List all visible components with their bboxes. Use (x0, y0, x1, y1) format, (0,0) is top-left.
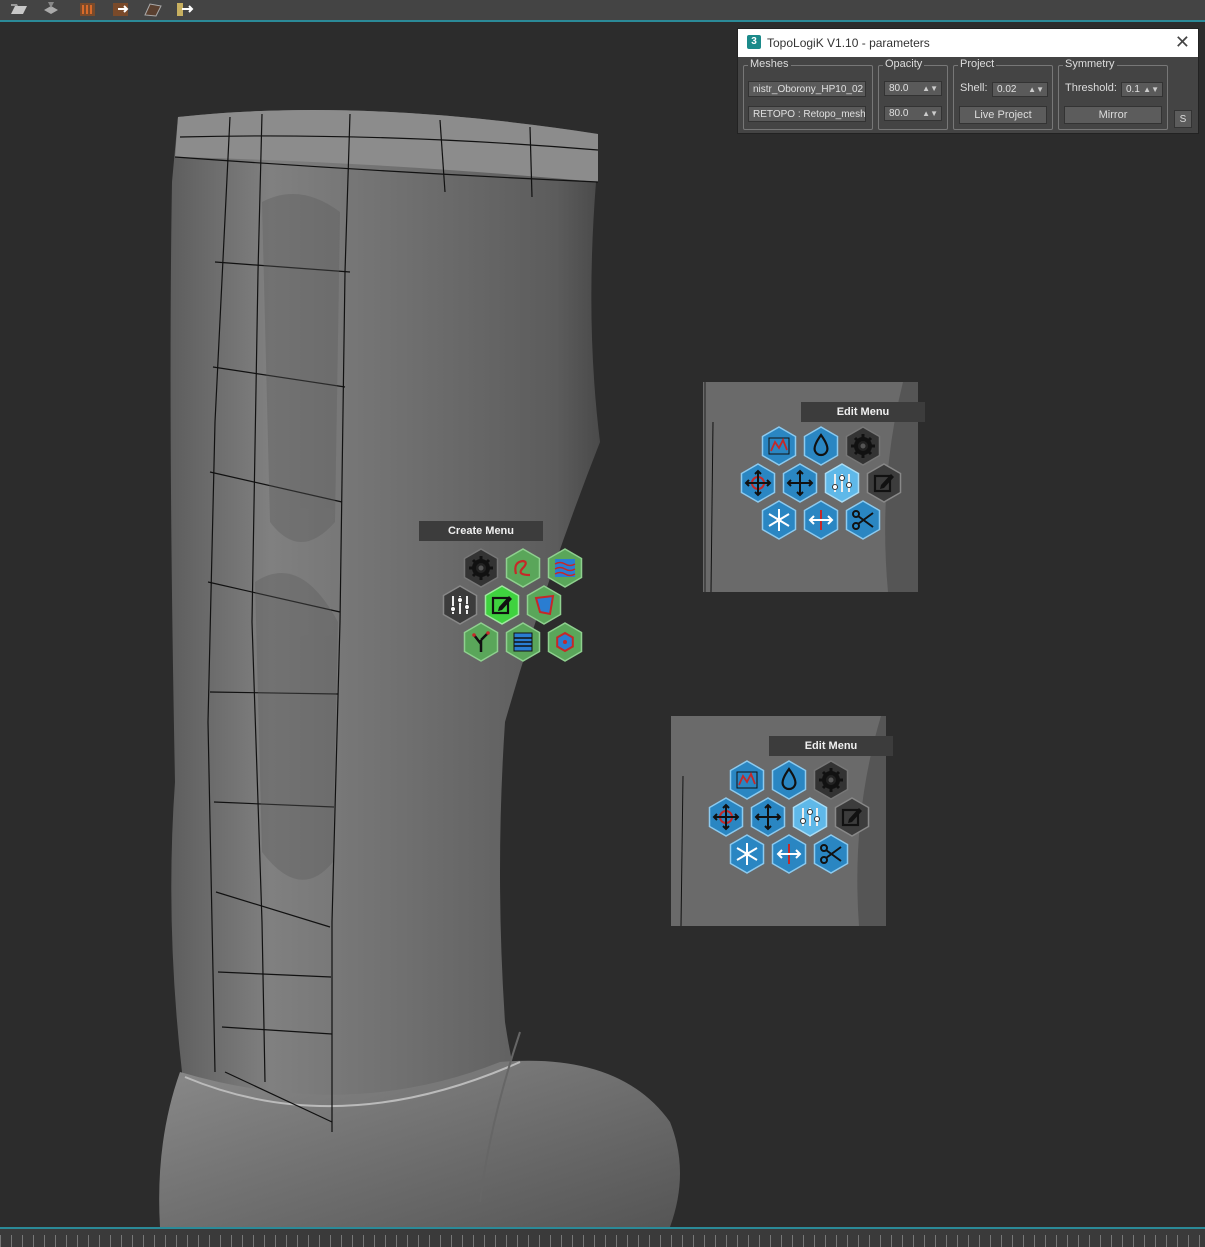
retopo-mesh-field[interactable]: RETOPO : Retopo_mesh (748, 106, 866, 122)
shell-value: 0.02 (997, 84, 1017, 95)
project-label: Project (958, 58, 997, 70)
export-icon[interactable] (110, 0, 132, 18)
move-icon[interactable] (780, 463, 820, 503)
quad-icon[interactable] (524, 585, 564, 625)
strips-icon[interactable] (503, 622, 543, 662)
high-poly-mesh-field[interactable]: nistr_Oborony_HP10_02 (748, 81, 866, 97)
close-icon[interactable]: ✕ (1175, 32, 1190, 53)
opacity-spinner-1[interactable]: 80.0 ▲▼ (884, 81, 942, 96)
app-logo: 3 (747, 35, 761, 49)
sliders-icon[interactable] (790, 797, 830, 837)
slide-icon[interactable] (801, 500, 841, 540)
spinner-arrows-icon[interactable]: ▲▼ (922, 107, 938, 121)
relax-graph-icon[interactable] (727, 760, 767, 800)
sliders-icon[interactable] (822, 463, 862, 503)
freeze-icon[interactable] (759, 500, 799, 540)
bookshelf-icon[interactable] (77, 0, 99, 18)
meshes-group: Meshes nistr_Oborony_HP10_02 RETOPO : Re… (743, 58, 873, 130)
edit-icon[interactable] (482, 585, 522, 625)
move-icon[interactable] (748, 797, 788, 837)
spinner-arrows-icon[interactable]: ▲▼ (1143, 83, 1159, 97)
threshold-spinner[interactable]: 0.1 ▲▼ (1121, 82, 1163, 97)
opacity-label: Opacity (883, 58, 925, 70)
topologik-panel: 3 TopoLogiK V1.10 - parameters ✕ Meshes … (737, 28, 1199, 134)
gear-icon[interactable] (843, 426, 883, 466)
edit-menu-2-title: Edit Menu (769, 736, 893, 756)
edit-icon[interactable] (864, 463, 904, 503)
threshold-label: Threshold: (1065, 82, 1117, 94)
hexagon-mesh-icon[interactable] (545, 622, 585, 662)
drop-icon[interactable] (801, 426, 841, 466)
timeline-separator (0, 1227, 1205, 1229)
opacity-spinner-2[interactable]: 80.0 ▲▼ (884, 106, 942, 121)
edit-icon[interactable] (832, 797, 872, 837)
boot-model (159, 109, 680, 1227)
project-group: Project Shell: 0.02 ▲▼ Live Project (953, 58, 1053, 130)
threshold-value: 0.1 (1126, 84, 1140, 95)
relax-graph-icon[interactable] (759, 426, 799, 466)
gear-icon[interactable] (811, 760, 851, 800)
3d-viewport[interactable]: Create Menu Edit Menu Edit Menu (0, 22, 1205, 1227)
opacity-value-2: 80.0 (889, 108, 909, 119)
main-toolbar (0, 0, 1205, 20)
draw-stroke-icon[interactable] (503, 548, 543, 588)
spinner-arrows-icon[interactable]: ▲▼ (1028, 83, 1044, 97)
layers-icon[interactable] (40, 0, 62, 18)
gear-icon[interactable] (461, 548, 501, 588)
waves-icon[interactable] (545, 548, 585, 588)
opacity-value-1: 80.0 (889, 83, 909, 94)
drop-icon[interactable] (769, 760, 809, 800)
spinner-arrows-icon[interactable]: ▲▼ (922, 82, 938, 96)
sliders-icon[interactable] (440, 585, 480, 625)
open-icon[interactable] (8, 0, 30, 18)
symmetry-label: Symmetry (1063, 58, 1117, 70)
opacity-group: Opacity 80.0 ▲▼ 80.0 ▲▼ (878, 58, 948, 130)
book-icon[interactable] (142, 0, 164, 18)
shell-label: Shell: (960, 82, 988, 94)
create-menu-title: Create Menu (419, 521, 543, 541)
move-vertex-icon[interactable] (738, 463, 778, 503)
move-vertex-icon[interactable] (706, 797, 746, 837)
shell-spinner[interactable]: 0.02 ▲▼ (992, 82, 1048, 97)
branch-icon[interactable] (461, 622, 501, 662)
cut-icon[interactable] (811, 834, 851, 874)
panel-titlebar[interactable]: 3 TopoLogiK V1.10 - parameters ✕ (738, 29, 1198, 57)
symmetry-group: Symmetry Threshold: 0.1 ▲▼ Mirror (1058, 58, 1168, 130)
slide-icon[interactable] (769, 834, 809, 874)
edit-menu-1-title: Edit Menu (801, 402, 925, 422)
timeline-bar[interactable] (0, 1227, 1205, 1247)
s-button[interactable]: S (1174, 110, 1192, 128)
timeline-ticks (0, 1235, 1205, 1247)
cut-icon[interactable] (843, 500, 883, 540)
mirror-button[interactable]: Mirror (1064, 106, 1162, 124)
freeze-icon[interactable] (727, 834, 767, 874)
import-icon[interactable] (174, 0, 196, 18)
panel-title: TopoLogiK V1.10 - parameters (767, 36, 930, 50)
meshes-label: Meshes (748, 58, 791, 70)
live-project-button[interactable]: Live Project (959, 106, 1047, 124)
